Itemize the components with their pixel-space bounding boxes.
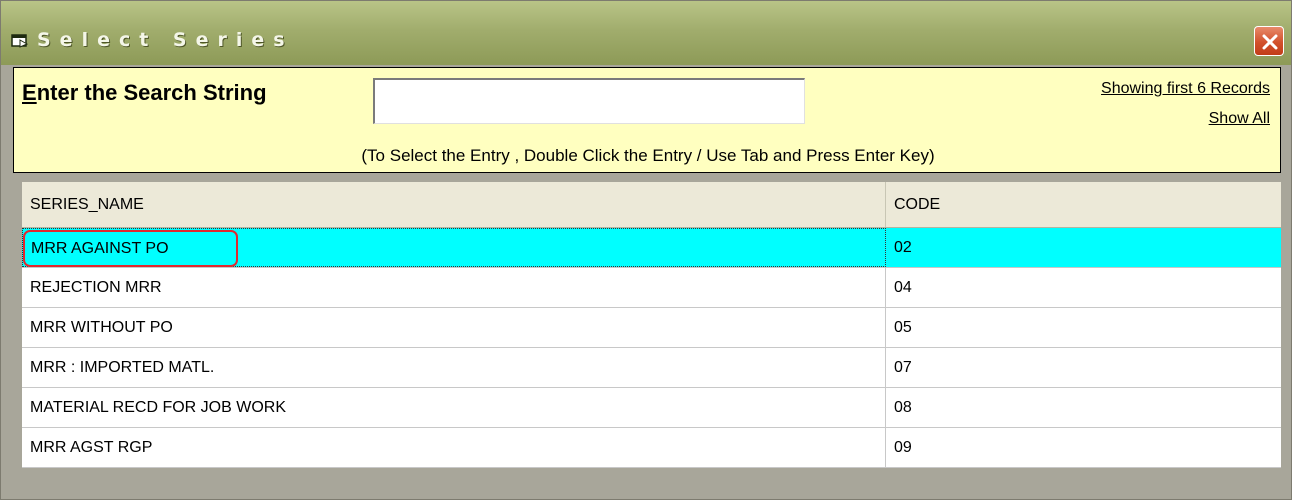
selection-hint: (To Select the Entry , Double Click the … bbox=[361, 146, 935, 165]
code-cell[interactable]: 05 bbox=[886, 308, 1281, 347]
table-row[interactable]: MRR : IMPORTED MATL. 07 bbox=[22, 348, 1281, 388]
window-title: Select Series bbox=[37, 29, 294, 51]
close-button[interactable] bbox=[1254, 26, 1284, 56]
series-grid[interactable]: SERIES_NAME CODE MRR AGAINST PO 02 REJEC… bbox=[22, 182, 1281, 482]
close-icon bbox=[1262, 34, 1278, 50]
table-row[interactable]: REJECTION MRR 04 bbox=[22, 268, 1281, 308]
code-cell[interactable]: 07 bbox=[886, 348, 1281, 387]
search-label: Enter the Search String bbox=[22, 80, 267, 106]
series-name-cell[interactable]: MRR WITHOUT PO bbox=[22, 308, 886, 347]
grid-header: SERIES_NAME CODE bbox=[22, 182, 1281, 228]
table-row[interactable]: MRR WITHOUT PO 05 bbox=[22, 308, 1281, 348]
showing-records-link[interactable]: Showing first 6 Records bbox=[1101, 80, 1270, 98]
column-header-series-name[interactable]: SERIES_NAME bbox=[22, 182, 886, 227]
code-cell[interactable]: 09 bbox=[886, 428, 1281, 467]
series-name-cell[interactable]: MATERIAL RECD FOR JOB WORK bbox=[22, 388, 886, 427]
show-all-link[interactable]: Show All bbox=[1209, 110, 1270, 128]
table-row[interactable]: MATERIAL RECD FOR JOB WORK 08 bbox=[22, 388, 1281, 428]
code-cell[interactable]: 08 bbox=[886, 388, 1281, 427]
series-name-cell[interactable]: MRR AGAINST PO bbox=[22, 228, 886, 267]
table-row[interactable]: MRR AGST RGP 09 bbox=[22, 428, 1281, 468]
window-app-icon bbox=[11, 34, 29, 48]
series-name-cell[interactable]: REJECTION MRR bbox=[22, 268, 886, 307]
title-bar[interactable]: Select Series bbox=[1, 1, 1291, 65]
search-label-accesskey: E bbox=[22, 80, 37, 105]
column-header-code[interactable]: CODE bbox=[886, 182, 1281, 227]
select-series-window: Select Series Enter the Search String Sh… bbox=[0, 0, 1292, 500]
search-label-text: nter the Search String bbox=[36, 80, 267, 105]
series-name-cell[interactable]: MRR : IMPORTED MATL. bbox=[22, 348, 886, 387]
search-input[interactable] bbox=[373, 78, 805, 124]
series-name-cell[interactable]: MRR AGST RGP bbox=[22, 428, 886, 467]
code-cell[interactable]: 02 bbox=[886, 228, 1281, 267]
code-cell[interactable]: 04 bbox=[886, 268, 1281, 307]
search-panel: Enter the Search String Showing first 6 … bbox=[13, 67, 1281, 173]
table-row[interactable]: MRR AGAINST PO 02 bbox=[22, 228, 1281, 268]
